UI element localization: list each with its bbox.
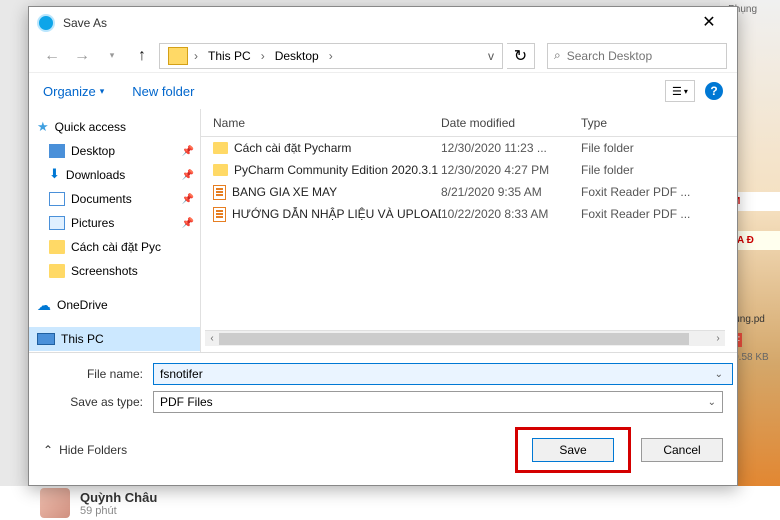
breadcrumb-desktop[interactable]: Desktop: [271, 49, 323, 63]
search-input[interactable]: [567, 49, 720, 63]
download-icon: ⬇: [49, 166, 60, 182]
pin-icon: 📌: [182, 218, 194, 229]
document-icon: [49, 192, 65, 206]
folder-icon: [49, 264, 65, 278]
pin-icon: 📌: [182, 146, 194, 157]
save-as-dialog: Save As ✕ ← → ▾ ↑ › This PC › Desktop › …: [28, 6, 738, 486]
filename-label: File name:: [43, 367, 153, 381]
chevron-up-icon: ⌃: [43, 443, 53, 457]
close-button[interactable]: ✕: [689, 9, 729, 37]
sidebar-item-documents[interactable]: Documents📌: [29, 187, 200, 211]
file-rows: Cách cài đặt Pycharm 12/30/2020 11:23 ..…: [201, 137, 737, 326]
scroll-thumb[interactable]: [219, 333, 689, 345]
main-area: ★Quick access Desktop📌 ⬇Downloads📌 Docum…: [29, 109, 737, 352]
sidebar-item-folder-2[interactable]: Screenshots: [29, 259, 200, 283]
horizontal-scrollbar[interactable]: ‹ ›: [205, 330, 725, 346]
cloud-icon: ☁: [37, 297, 51, 314]
chevron-down-icon: ▾: [100, 86, 105, 97]
dialog-title: Save As: [63, 16, 689, 30]
sidebar-item-pictures[interactable]: Pictures📌: [29, 211, 200, 235]
chevron-down-icon[interactable]: ⌄: [715, 369, 723, 380]
file-row[interactable]: HƯỚNG DẪN NHẬP LIỆU VÀ UPLOAD H... 10/22…: [201, 203, 737, 225]
pin-icon: 📌: [182, 194, 194, 205]
sidebar-item-folder-1[interactable]: Cách cài đặt Pyc: [29, 235, 200, 259]
forward-button[interactable]: →: [69, 43, 95, 69]
history-dropdown[interactable]: ▾: [99, 43, 125, 69]
address-bar[interactable]: › This PC › Desktop › v: [159, 43, 503, 69]
folder-icon: [49, 240, 65, 254]
contact-time: 59 phút: [80, 505, 157, 517]
titlebar: Save As ✕: [29, 7, 737, 39]
file-list-pane: Name Date modified Type Cách cài đặt Pyc…: [201, 109, 737, 352]
file-row[interactable]: Cách cài đặt Pycharm 12/30/2020 11:23 ..…: [201, 137, 737, 159]
folder-icon: [213, 164, 228, 176]
column-type[interactable]: Type: [581, 116, 737, 130]
back-button[interactable]: ←: [39, 43, 65, 69]
avatar: [40, 488, 70, 518]
cancel-button[interactable]: Cancel: [641, 438, 723, 462]
nav-bar: ← → ▾ ↑ › This PC › Desktop › v ↻ ⌕: [29, 39, 737, 73]
navigation-sidebar: ★Quick access Desktop📌 ⬇Downloads📌 Docum…: [29, 109, 201, 352]
filetype-label: Save as type:: [43, 395, 153, 409]
view-options-button[interactable]: ☰ ▾: [665, 80, 695, 102]
address-dropdown[interactable]: v: [484, 49, 498, 63]
toolbar: Organize▾ New folder ☰ ▾ ?: [29, 73, 737, 109]
file-row[interactable]: PyCharm Community Edition 2020.3.1 12/30…: [201, 159, 737, 181]
column-date[interactable]: Date modified: [441, 116, 581, 130]
file-row[interactable]: BANG GIA XE MAY 8/21/2020 9:35 AMFoxit R…: [201, 181, 737, 203]
pdf-icon: [213, 207, 226, 222]
scroll-right-icon[interactable]: ›: [711, 331, 725, 347]
filetype-select[interactable]: PDF Files ⌄: [153, 391, 723, 413]
breadcrumb-thispc[interactable]: This PC: [204, 49, 255, 63]
save-button[interactable]: Save: [532, 438, 614, 462]
pin-icon: 📌: [182, 170, 194, 181]
folder-icon: [168, 47, 188, 65]
help-button[interactable]: ?: [705, 82, 723, 100]
sidebar-item-onedrive[interactable]: ☁OneDrive: [29, 293, 200, 317]
column-name[interactable]: Name: [201, 116, 441, 130]
new-folder-button[interactable]: New folder: [132, 84, 194, 99]
column-headers: Name Date modified Type: [201, 109, 737, 137]
contact-name: Quỳnh Châu: [80, 490, 157, 505]
pc-icon: [37, 333, 55, 345]
hide-folders-toggle[interactable]: ⌃ Hide Folders: [43, 443, 127, 457]
folder-icon: [213, 142, 228, 154]
bottom-panel: File name: ⌄ Save as type: PDF Files ⌄ ⌃…: [29, 352, 737, 485]
search-box[interactable]: ⌕: [547, 43, 727, 69]
star-icon: ★: [37, 119, 49, 135]
search-icon: ⌕: [554, 48, 561, 63]
up-button[interactable]: ↑: [129, 43, 155, 69]
sidebar-item-desktop[interactable]: Desktop📌: [29, 139, 200, 163]
organize-menu[interactable]: Organize▾: [43, 84, 104, 99]
desktop-icon: [49, 144, 65, 158]
background-chat-row: Quỳnh Châu 59 phút: [0, 486, 780, 520]
app-icon: [37, 14, 55, 32]
scroll-left-icon[interactable]: ‹: [205, 331, 219, 347]
chevron-down-icon: ⌄: [708, 397, 716, 408]
sidebar-item-downloads[interactable]: ⬇Downloads📌: [29, 163, 200, 187]
pdf-icon: [213, 185, 226, 200]
pictures-icon: [49, 216, 65, 230]
filename-input[interactable]: [153, 363, 733, 385]
sidebar-item-quickaccess[interactable]: ★Quick access: [29, 115, 200, 139]
refresh-button[interactable]: ↻: [507, 43, 535, 69]
annotation-highlight: Save: [515, 427, 631, 473]
sidebar-item-thispc[interactable]: This PC: [29, 327, 200, 351]
